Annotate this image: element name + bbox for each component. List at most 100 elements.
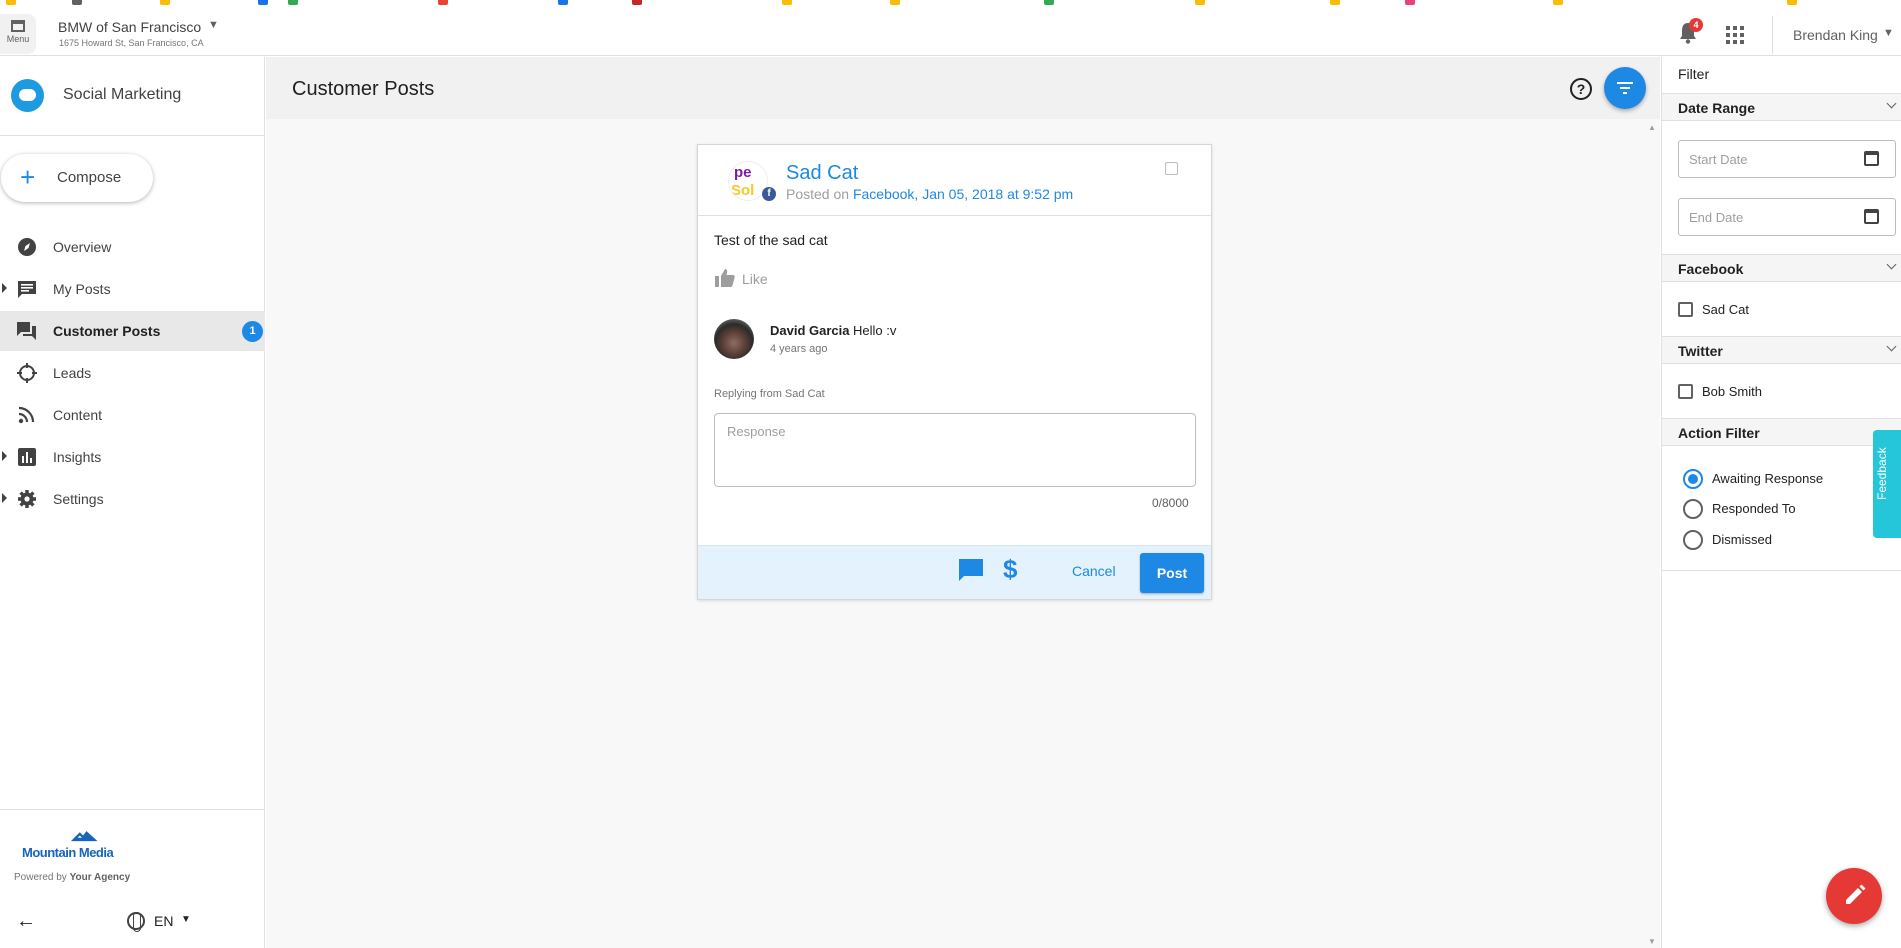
- radio-dismissed[interactable]: [1683, 530, 1703, 550]
- radio-label[interactable]: Awaiting Response: [1712, 471, 1823, 486]
- end-date-placeholder: End Date: [1689, 210, 1744, 225]
- checkbox-label[interactable]: Bob Smith: [1702, 384, 1762, 399]
- sidebar-item-content[interactable]: Content: [0, 395, 265, 435]
- help-icon[interactable]: ?: [1570, 78, 1592, 100]
- response-input[interactable]: [714, 413, 1196, 487]
- checkbox-label[interactable]: Sad Cat: [1702, 302, 1749, 317]
- sidebar-item-insights[interactable]: Insights: [0, 437, 265, 477]
- chevron-down-icon[interactable]: [1886, 259, 1897, 270]
- facebook-section-header[interactable]: Facebook: [1662, 254, 1901, 282]
- powered-by-prefix: Powered by: [14, 872, 67, 883]
- sidebar-item-label: Overview: [53, 239, 112, 255]
- compose-label: Compose: [57, 169, 122, 186]
- chat-bubble-icon[interactable]: [958, 558, 984, 582]
- facebook-icon: f: [762, 187, 776, 201]
- character-counter: 0/8000: [1152, 496, 1189, 510]
- dollar-icon[interactable]: $: [1003, 554, 1017, 585]
- sidebar-item-overview[interactable]: Overview: [0, 227, 265, 267]
- chevron-down-icon[interactable]: ▼: [181, 914, 191, 925]
- page-title: Customer Posts: [292, 78, 435, 100]
- filter-panel: Filter Date Range Start Date End Date Fa…: [1661, 57, 1901, 948]
- store-icon: [11, 20, 25, 32]
- notification-badge: 4: [1689, 18, 1703, 32]
- sidebar-item-label: My Posts: [53, 281, 111, 297]
- rss-icon: [18, 406, 35, 424]
- end-date-field[interactable]: End Date: [1678, 198, 1896, 236]
- sidebar-item-leads[interactable]: Leads: [0, 353, 265, 393]
- bookmarks-strip: [0, 0, 1901, 6]
- compose-button[interactable]: + Compose: [1, 154, 153, 202]
- scroll-down-arrow-icon[interactable]: ▼: [1648, 937, 1656, 946]
- chevron-down-icon[interactable]: [1886, 98, 1897, 109]
- back-arrow-icon[interactable]: ←: [16, 910, 36, 933]
- section-heading: Date Range: [1678, 100, 1756, 116]
- account-switcher[interactable]: BMW of San Francisco: [58, 19, 201, 35]
- divider: [698, 215, 1211, 216]
- sidebar-item-label: Content: [53, 407, 103, 423]
- cancel-button[interactable]: Cancel: [1062, 559, 1126, 583]
- globe-icon[interactable]: [127, 912, 145, 932]
- scroll-up-arrow-icon[interactable]: ▲: [1648, 123, 1656, 132]
- chevron-down-icon[interactable]: ▼: [1883, 27, 1894, 39]
- reply-actions: $ Cancel Post: [698, 545, 1211, 599]
- post-source-link[interactable]: Facebook, Jan 05, 2018 at 9:52 pm: [853, 186, 1073, 202]
- thumbs-up-icon[interactable]: [714, 268, 736, 288]
- powered-by: Powered by Your Agency: [14, 872, 130, 883]
- post-meta: Posted on Facebook, Jan 05, 2018 at 9:52…: [786, 186, 1073, 202]
- customer-post-card: pe Sol f Sad Cat Posted on Facebook, Jan…: [697, 144, 1212, 600]
- sidebar-item-my-posts[interactable]: My Posts: [0, 269, 265, 309]
- chevron-down-icon[interactable]: ▼: [208, 19, 219, 31]
- replying-from-label: Replying from Sad Cat: [714, 388, 825, 400]
- radio-label[interactable]: Responded To: [1712, 501, 1796, 516]
- twitter-section-header[interactable]: Twitter: [1662, 336, 1901, 364]
- checkbox-sad-cat[interactable]: [1678, 302, 1693, 317]
- apps-grid-icon[interactable]: [1726, 26, 1744, 44]
- feedback-tab[interactable]: Feedback: [1873, 430, 1901, 538]
- sidebar-item-settings[interactable]: Settings: [0, 479, 265, 519]
- radio-responded-to[interactable]: [1683, 499, 1703, 519]
- divider: [0, 809, 265, 810]
- divider: [1772, 16, 1773, 54]
- radio-awaiting-response[interactable]: [1683, 469, 1703, 489]
- radio-label[interactable]: Dismissed: [1712, 532, 1772, 547]
- checkbox-bob-smith[interactable]: [1678, 384, 1693, 399]
- filter-title: Filter: [1678, 66, 1710, 82]
- agency-name: Your Agency: [69, 872, 131, 883]
- sidebar: Social Marketing + Compose Overview My P…: [0, 57, 265, 948]
- caret-right-icon[interactable]: [2, 283, 7, 293]
- bar-chart-icon: [18, 448, 36, 466]
- social-marketing-logo-icon: [11, 79, 44, 112]
- message-icon: [18, 281, 36, 298]
- like-button[interactable]: Like: [742, 271, 768, 287]
- caret-right-icon[interactable]: [2, 493, 7, 503]
- post-button[interactable]: Post: [1140, 553, 1204, 593]
- start-date-placeholder: Start Date: [1689, 152, 1748, 167]
- crosshair-icon: [17, 363, 37, 383]
- section-heading: Action Filter: [1678, 425, 1760, 441]
- caret-right-icon[interactable]: [2, 451, 7, 461]
- account-address: 1675 Howard St, San Francisco, CA: [59, 38, 204, 48]
- menu-button[interactable]: Menu: [0, 14, 36, 54]
- open-external-icon[interactable]: [1165, 162, 1178, 175]
- language-selector[interactable]: EN: [154, 913, 173, 929]
- action-filter-section-header[interactable]: Action Filter: [1662, 418, 1901, 446]
- section-heading: Facebook: [1678, 261, 1744, 277]
- calendar-icon[interactable]: [1864, 209, 1879, 224]
- feedback-label: Feedback: [1875, 447, 1889, 500]
- top-bar: Menu BMW of San Francisco ▼ 1675 Howard …: [0, 0, 1901, 56]
- main-content: Customer Posts ? ▲ ▼ pe Sol f Sad Cat Po…: [266, 57, 1660, 948]
- avatar: [714, 319, 754, 359]
- user-menu[interactable]: Brendan King: [1793, 27, 1878, 43]
- compass-icon: [18, 238, 36, 256]
- edit-button[interactable]: [1826, 868, 1882, 924]
- calendar-icon[interactable]: [1864, 151, 1879, 166]
- chevron-down-icon[interactable]: [1886, 341, 1897, 352]
- sidebar-item-customer-posts[interactable]: Customer Posts 1: [0, 311, 265, 351]
- post-author[interactable]: Sad Cat: [786, 162, 858, 185]
- date-range-section-header[interactable]: Date Range: [1662, 93, 1901, 121]
- page-header: Customer Posts ?: [266, 57, 1660, 119]
- comment-text: Hello :v: [853, 323, 897, 338]
- filter-button[interactable]: [1604, 67, 1646, 109]
- start-date-field[interactable]: Start Date: [1678, 140, 1896, 178]
- mountain-media-logo-text: Mountain Media: [22, 845, 114, 860]
